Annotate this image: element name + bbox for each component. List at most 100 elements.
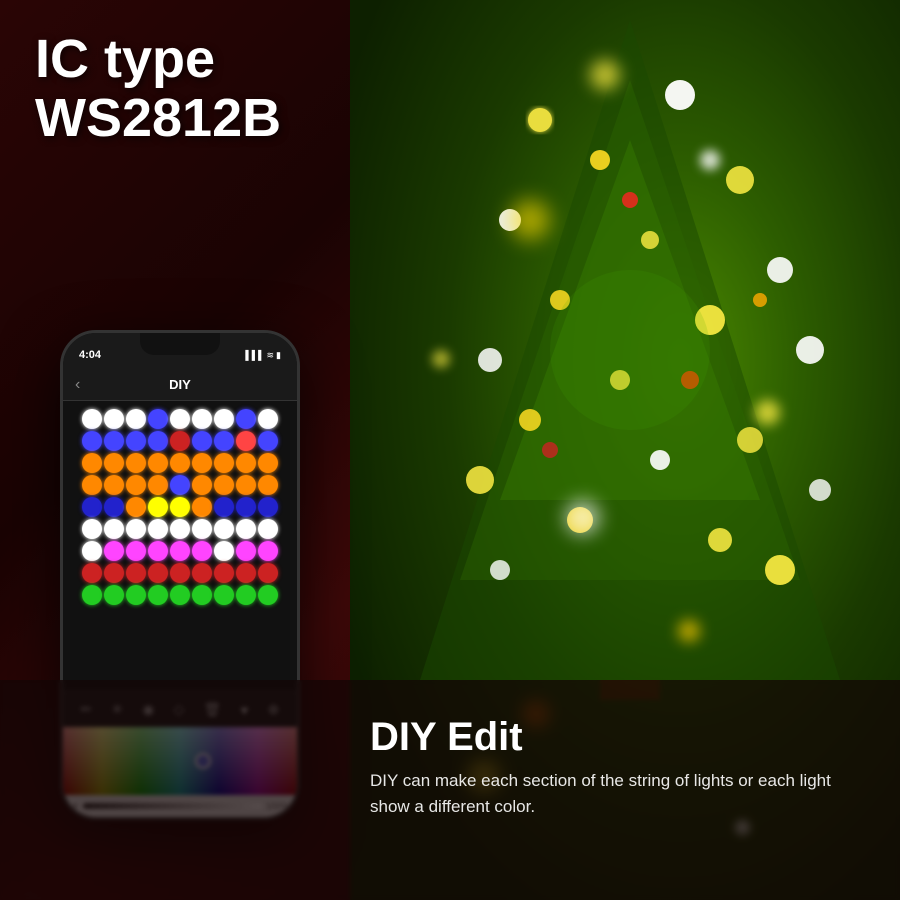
led-dot[interactable]: [82, 519, 102, 539]
led-dot[interactable]: [104, 541, 124, 561]
led-dot[interactable]: [192, 475, 212, 495]
led-dot[interactable]: [192, 563, 212, 583]
led-dot[interactable]: [148, 497, 168, 517]
led-dot[interactable]: [82, 563, 102, 583]
phone-nav-bar: ‹ DIY: [63, 369, 297, 401]
led-dot[interactable]: [148, 563, 168, 583]
led-dot[interactable]: [170, 475, 190, 495]
led-dot[interactable]: [192, 453, 212, 473]
diy-edit-title: DIY Edit: [370, 715, 870, 760]
led-dot[interactable]: [148, 453, 168, 473]
led-dot[interactable]: [214, 519, 234, 539]
led-dot[interactable]: [148, 431, 168, 451]
led-dot[interactable]: [170, 431, 190, 451]
led-dot[interactable]: [148, 475, 168, 495]
led-dot[interactable]: [126, 541, 146, 561]
led-dot[interactable]: [126, 409, 146, 429]
led-dot[interactable]: [192, 409, 212, 429]
led-dot[interactable]: [126, 497, 146, 517]
led-dot[interactable]: [236, 431, 256, 451]
led-dot[interactable]: [236, 409, 256, 429]
led-dot[interactable]: [82, 585, 102, 605]
led-row: [69, 431, 291, 451]
led-row: [69, 563, 291, 583]
led-dot[interactable]: [170, 453, 190, 473]
led-dot[interactable]: [236, 453, 256, 473]
led-dot[interactable]: [214, 475, 234, 495]
led-dot[interactable]: [104, 497, 124, 517]
led-dot[interactable]: [214, 409, 234, 429]
ic-type-heading: IC type WS2812B: [35, 30, 281, 149]
wifi-icon: ≋: [267, 350, 275, 361]
led-dot[interactable]: [104, 453, 124, 473]
led-dot[interactable]: [258, 409, 278, 429]
led-dot[interactable]: [236, 563, 256, 583]
led-dot[interactable]: [148, 519, 168, 539]
led-dot[interactable]: [258, 585, 278, 605]
led-dot[interactable]: [214, 431, 234, 451]
led-dot[interactable]: [82, 431, 102, 451]
led-row: [69, 585, 291, 605]
status-time: 4:04: [79, 349, 101, 361]
led-dot[interactable]: [126, 585, 146, 605]
led-row: [69, 409, 291, 429]
battery-icon: ▮: [276, 350, 281, 361]
signal-icon: ▌▌▌: [245, 350, 264, 360]
led-dot[interactable]: [148, 585, 168, 605]
led-dot[interactable]: [192, 519, 212, 539]
ic-type-label: IC type: [35, 30, 281, 89]
led-dot[interactable]: [82, 475, 102, 495]
led-dot[interactable]: [148, 541, 168, 561]
led-dot[interactable]: [126, 431, 146, 451]
led-dot[interactable]: [126, 563, 146, 583]
led-dot[interactable]: [82, 541, 102, 561]
led-dot[interactable]: [170, 541, 190, 561]
led-dot[interactable]: [170, 585, 190, 605]
led-dot[interactable]: [82, 409, 102, 429]
diy-edit-section: DIY Edit DIY can make each section of th…: [340, 690, 900, 900]
led-dot[interactable]: [126, 453, 146, 473]
led-dot[interactable]: [214, 585, 234, 605]
led-dot[interactable]: [104, 563, 124, 583]
led-dot[interactable]: [126, 475, 146, 495]
led-dot[interactable]: [148, 409, 168, 429]
led-dot[interactable]: [258, 475, 278, 495]
led-dot[interactable]: [258, 497, 278, 517]
led-dot[interactable]: [258, 519, 278, 539]
led-dot[interactable]: [82, 453, 102, 473]
back-button[interactable]: ‹: [75, 376, 80, 394]
led-dot[interactable]: [258, 541, 278, 561]
led-dot[interactable]: [192, 541, 212, 561]
led-dot[interactable]: [170, 519, 190, 539]
led-dot[interactable]: [236, 497, 256, 517]
led-dot[interactable]: [236, 475, 256, 495]
status-icons: ▌▌▌ ≋ ▮: [245, 350, 281, 361]
led-dot[interactable]: [214, 541, 234, 561]
led-dot[interactable]: [192, 497, 212, 517]
led-dot[interactable]: [214, 497, 234, 517]
led-dot[interactable]: [104, 475, 124, 495]
led-dot[interactable]: [236, 585, 256, 605]
led-dot[interactable]: [214, 453, 234, 473]
led-dot[interactable]: [170, 563, 190, 583]
led-dot[interactable]: [214, 563, 234, 583]
led-grid-container: [63, 401, 297, 691]
phone-notch: [140, 333, 220, 355]
led-dot[interactable]: [258, 453, 278, 473]
led-dot[interactable]: [192, 585, 212, 605]
led-dot[interactable]: [82, 497, 102, 517]
led-dot[interactable]: [170, 497, 190, 517]
led-dot[interactable]: [104, 585, 124, 605]
diy-edit-description: DIY can make each section of the string …: [370, 768, 870, 821]
led-dot[interactable]: [258, 431, 278, 451]
led-dot[interactable]: [104, 409, 124, 429]
led-dot[interactable]: [126, 519, 146, 539]
led-dot[interactable]: [104, 519, 124, 539]
led-dot[interactable]: [258, 563, 278, 583]
led-dot[interactable]: [192, 431, 212, 451]
led-dot[interactable]: [236, 541, 256, 561]
led-dot[interactable]: [104, 431, 124, 451]
led-row: [69, 541, 291, 561]
led-dot[interactable]: [170, 409, 190, 429]
led-dot[interactable]: [236, 519, 256, 539]
